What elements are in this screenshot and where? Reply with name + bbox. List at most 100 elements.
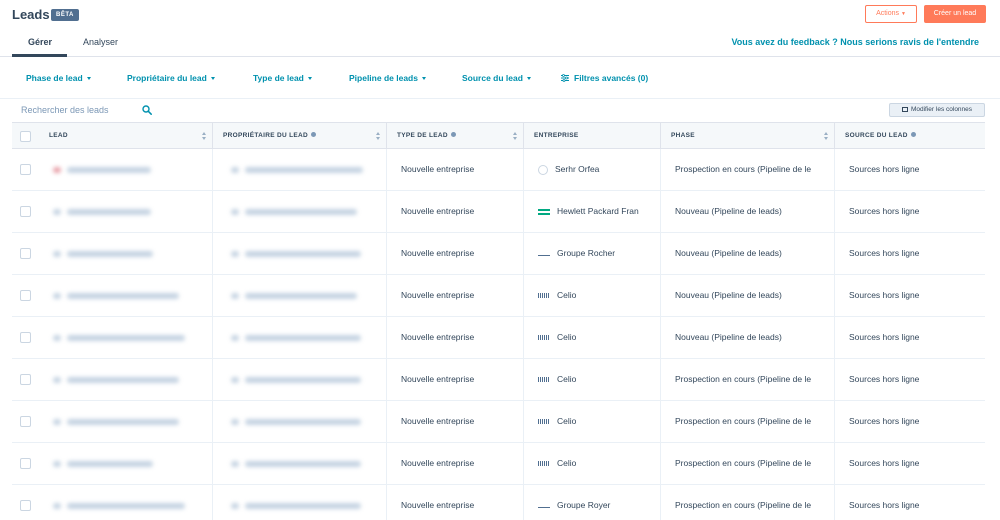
column-header-company[interactable]: ENTREPRISE <box>524 123 661 149</box>
tab-analyser[interactable]: Analyser <box>83 37 118 47</box>
column-header-phase[interactable]: PHASE <box>661 123 835 149</box>
owner-avatar <box>231 502 239 509</box>
company-name[interactable]: Groupe Royer <box>557 500 610 510</box>
feedback-link[interactable]: Vous avez du feedback ? Nous serions rav… <box>731 37 979 47</box>
table-row[interactable]: Nouvelle entreprise Celio Prospection en c… <box>12 359 985 401</box>
obscured-text <box>67 334 186 341</box>
obscured-text <box>67 166 152 173</box>
lead-name-cell[interactable] <box>39 401 213 442</box>
filter-type[interactable]: Type de lead <box>253 73 312 83</box>
sort-icon[interactable] <box>376 132 380 140</box>
lead-name-cell[interactable] <box>39 359 213 400</box>
owner-avatar <box>231 376 239 383</box>
source-cell: Sources hors ligne <box>849 416 920 426</box>
chevron-down-icon: ▼ <box>900 11 906 17</box>
tab-gerer[interactable]: Gérer <box>28 37 52 47</box>
lead-type-cell: Nouvelle entreprise <box>387 149 524 190</box>
row-checkbox[interactable] <box>20 458 31 469</box>
obscured-text <box>245 250 362 257</box>
filter-phase[interactable]: Phase de lead <box>26 73 91 83</box>
owner-avatar <box>231 334 239 341</box>
row-checkbox[interactable] <box>20 290 31 301</box>
row-checkbox[interactable] <box>20 164 31 175</box>
company-cell[interactable]: Groupe Royer <box>524 485 661 520</box>
lead-avatar <box>53 502 61 509</box>
filter-owner[interactable]: Propriétaire du lead <box>127 73 215 83</box>
create-lead-button[interactable]: Créer un lead <box>924 5 986 23</box>
select-all-checkbox[interactable] <box>20 131 31 142</box>
owner-cell[interactable] <box>213 485 387 520</box>
owner-cell[interactable] <box>213 401 387 442</box>
company-cell[interactable]: Groupe Rocher <box>524 233 661 274</box>
lead-name-cell[interactable] <box>39 191 213 232</box>
table-row[interactable]: Nouvelle entreprise Hewlett Packard Fran N… <box>12 191 985 233</box>
owner-cell[interactable] <box>213 359 387 400</box>
company-name[interactable]: Celio <box>557 374 576 384</box>
company-name[interactable]: Groupe Rocher <box>557 248 615 258</box>
company-cell[interactable]: Celio <box>524 275 661 316</box>
company-name[interactable]: Celio <box>557 458 576 468</box>
info-icon[interactable] <box>910 132 916 137</box>
advanced-filters[interactable]: Filtres avancés (0) <box>561 73 648 83</box>
table-row[interactable]: Nouvelle entreprise Groupe Royer Prospecti… <box>12 485 985 520</box>
column-header-owner[interactable]: PROPRIÉTAIRE DU LEAD <box>213 123 387 149</box>
company-name[interactable]: Hewlett Packard Fran <box>557 206 639 216</box>
obscured-text <box>245 502 362 509</box>
search-icon[interactable] <box>142 105 152 115</box>
owner-cell[interactable] <box>213 275 387 316</box>
actions-button[interactable]: Actions ▼ <box>865 5 917 23</box>
lead-name-cell[interactable] <box>39 485 213 520</box>
row-checkbox[interactable] <box>20 206 31 217</box>
company-cell[interactable]: Celio <box>524 317 661 358</box>
owner-cell[interactable] <box>213 443 387 484</box>
row-checkbox[interactable] <box>20 500 31 511</box>
search-input[interactable] <box>12 100 159 120</box>
obscured-text <box>67 292 180 299</box>
owner-cell[interactable] <box>213 317 387 358</box>
company-name[interactable]: Serhr Orfea <box>555 164 599 174</box>
caret-down-icon <box>86 77 91 81</box>
filter-source[interactable]: Source du lead <box>462 73 531 83</box>
table-row[interactable]: Nouvelle entreprise Serhr Orfea Prospectio… <box>12 149 985 191</box>
modify-columns-button[interactable]: Modifier les colonnes <box>889 103 985 117</box>
table-row[interactable]: Nouvelle entreprise Celio Nouveau (Pipelin… <box>12 275 985 317</box>
company-cell[interactable]: Celio <box>524 443 661 484</box>
owner-cell[interactable] <box>213 233 387 274</box>
column-header-lead[interactable]: LEAD <box>39 123 213 149</box>
lead-name-cell[interactable] <box>39 443 213 484</box>
source-cell: Sources hors ligne <box>849 206 920 216</box>
owner-cell[interactable] <box>213 191 387 232</box>
column-header-type[interactable]: TYPE DE LEAD <box>387 123 524 149</box>
filter-pipeline[interactable]: Pipeline de leads <box>349 73 426 83</box>
company-name[interactable]: Celio <box>557 290 576 300</box>
sort-icon[interactable] <box>202 132 206 140</box>
phase-cell: Prospection en cours (Pipeline de le <box>661 401 835 442</box>
row-checkbox[interactable] <box>20 248 31 259</box>
obscured-text <box>245 418 362 425</box>
owner-cell[interactable] <box>213 149 387 190</box>
info-icon[interactable] <box>310 132 316 137</box>
company-name[interactable]: Celio <box>557 332 576 342</box>
lead-name-cell[interactable] <box>39 317 213 358</box>
table-row[interactable]: Nouvelle entreprise Celio Prospection en c… <box>12 401 985 443</box>
table-row[interactable]: Nouvelle entreprise Celio Nouveau (Pipelin… <box>12 317 985 359</box>
sort-icon[interactable] <box>824 132 828 140</box>
info-icon[interactable] <box>450 132 456 137</box>
company-name[interactable]: Celio <box>557 416 576 426</box>
table-row[interactable]: Nouvelle entreprise Groupe Rocher Nouveau … <box>12 233 985 275</box>
sort-icon[interactable] <box>513 132 517 140</box>
lead-name-cell[interactable] <box>39 149 213 190</box>
column-header-label: LEAD <box>49 132 68 139</box>
company-cell[interactable]: Celio <box>524 359 661 400</box>
company-cell[interactable]: Celio <box>524 401 661 442</box>
column-header-source[interactable]: SOURCE DU LEAD <box>835 123 985 149</box>
row-checkbox[interactable] <box>20 332 31 343</box>
company-cell[interactable]: Serhr Orfea <box>524 149 661 190</box>
company-cell[interactable]: Hewlett Packard Fran <box>524 191 661 232</box>
row-checkbox[interactable] <box>20 374 31 385</box>
row-checkbox[interactable] <box>20 416 31 427</box>
table-row[interactable]: Nouvelle entreprise Celio Prospection en c… <box>12 443 985 485</box>
owner-avatar <box>231 292 239 299</box>
lead-name-cell[interactable] <box>39 233 213 274</box>
lead-name-cell[interactable] <box>39 275 213 316</box>
